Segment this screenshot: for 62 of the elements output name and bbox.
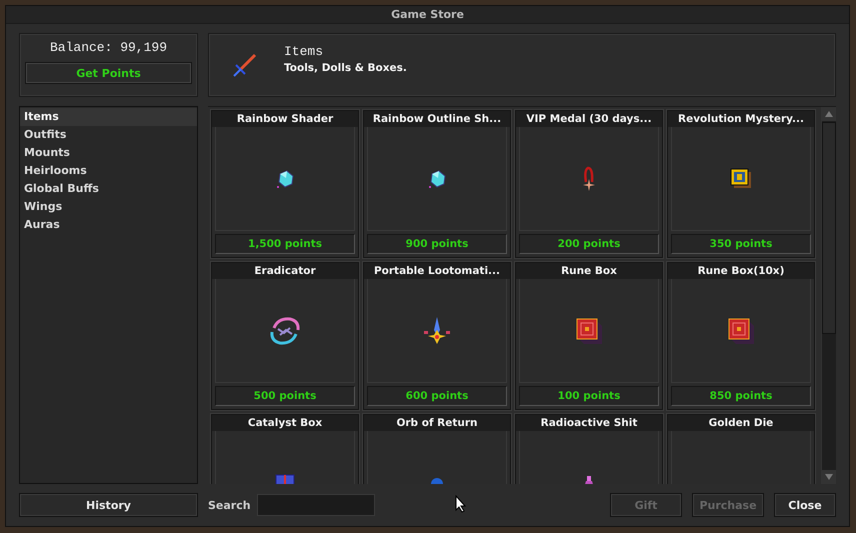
category-item[interactable]: Outfits — [20, 126, 197, 144]
product-card[interactable]: Rainbow Shader 1,500 points — [211, 110, 359, 258]
category-item[interactable]: Auras — [20, 216, 197, 234]
product-card[interactable]: Orb of Return — [363, 414, 511, 484]
product-card[interactable]: Rainbow Outline Sh... 900 points — [363, 110, 511, 258]
product-title: Golden Die — [668, 415, 814, 431]
product-title: Eradicator — [212, 263, 358, 279]
scroll-down-icon[interactable] — [822, 470, 836, 484]
scrollbar[interactable] — [821, 107, 836, 484]
product-card[interactable]: Rune Box 100 points — [515, 262, 663, 410]
price-label: 900 points — [367, 234, 507, 254]
product-title: Catalyst Box — [212, 415, 358, 431]
balance-label: Balance: 99,199 — [50, 40, 168, 55]
product-title: Rainbow Outline Sh... — [364, 111, 510, 127]
product-card[interactable]: Eradicator 500 points — [211, 262, 359, 410]
product-title: Portable Lootomati... — [364, 263, 510, 279]
get-points-button[interactable]: Get Points — [25, 62, 192, 84]
product-title: Rune Box — [516, 263, 662, 279]
category-item[interactable]: Heirlooms — [20, 162, 197, 180]
product-card[interactable]: Radioactive Shit — [515, 414, 663, 484]
category-item[interactable]: Global Buffs — [20, 180, 197, 198]
category-item[interactable]: Items — [20, 108, 197, 126]
product-card[interactable]: Catalyst Box — [211, 414, 359, 484]
gem-icon — [426, 168, 448, 190]
product-card[interactable]: VIP Medal (30 days... 200 points — [515, 110, 663, 258]
medal-icon — [582, 166, 596, 192]
window-title: Game Store — [6, 6, 849, 24]
price-label: 350 points — [671, 234, 811, 254]
crystal-star-icon — [423, 316, 451, 346]
price-label: 1,500 points — [215, 234, 355, 254]
product-card[interactable]: Revolution Mystery... 350 points — [667, 110, 815, 258]
chest-icon — [729, 166, 753, 190]
scroll-up-icon[interactable] — [822, 107, 836, 121]
product-title: Rainbow Shader — [212, 111, 358, 127]
product-card[interactable]: Golden Die — [667, 414, 815, 484]
mouse-cursor-icon — [455, 495, 467, 513]
price-label: 500 points — [215, 386, 355, 406]
product-title: Rune Box(10x) — [668, 263, 814, 279]
scrollbar-thumb[interactable] — [822, 122, 836, 334]
price-label: 850 points — [671, 386, 811, 406]
product-card[interactable]: Portable Lootomati... 600 points — [363, 262, 511, 410]
action-button[interactable]: Close — [774, 493, 836, 517]
product-title: Orb of Return — [364, 415, 510, 431]
search-label: Search — [208, 498, 251, 512]
price-label: 200 points — [519, 234, 659, 254]
product-title: VIP Medal (30 days... — [516, 111, 662, 127]
category-title: Items — [284, 44, 324, 59]
gem-icon — [274, 168, 296, 190]
price-label: 100 points — [519, 386, 659, 406]
price-label: 600 points — [367, 386, 507, 406]
cube-icon — [575, 316, 603, 344]
category-item[interactable]: Mounts — [20, 144, 197, 162]
product-card[interactable]: Rune Box(10x) 850 points — [667, 262, 815, 410]
search-field[interactable] — [256, 494, 375, 516]
product-title: Radioactive Shit — [516, 415, 662, 431]
category-item[interactable]: Wings — [20, 198, 197, 216]
history-button[interactable]: History — [19, 493, 198, 517]
crescent-blades-icon — [268, 316, 302, 346]
product-title: Revolution Mystery... — [668, 111, 814, 127]
cube-icon — [727, 316, 755, 344]
category-description: Tools, Dolls & Boxes. — [284, 62, 407, 74]
sword-icon — [231, 51, 259, 79]
